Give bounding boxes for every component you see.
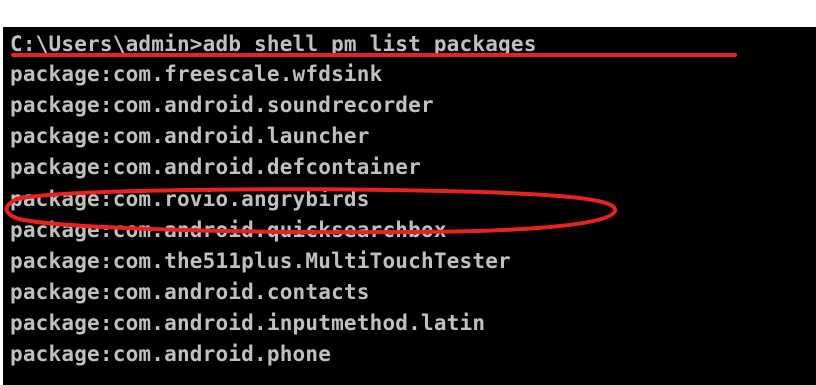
output-line: package:com.android.launcher [10, 124, 370, 148]
output-line: package:com.freescale.wfdsink [10, 62, 383, 86]
output-line: package:com.android.contacts [10, 280, 370, 304]
output-line: package:com.android.inputmethod.latin [10, 311, 486, 335]
output-line: package:com.android.phone [10, 342, 332, 366]
output-line-highlighted: package:com.rovio.angrybirds [10, 187, 370, 211]
output-line: package:com.android.quicksearchbox [10, 218, 447, 242]
output-line: package:com.android.defcontainer [10, 155, 421, 179]
output-line: package:com.the511plus.MultiTouchTester [10, 249, 511, 273]
red-underline-annotation [11, 53, 737, 57]
output-line: package:com.android.soundrecorder [10, 93, 434, 117]
command-prompt-window[interactable]: C:\Users\admin>adb shell pm list package… [3, 27, 816, 385]
